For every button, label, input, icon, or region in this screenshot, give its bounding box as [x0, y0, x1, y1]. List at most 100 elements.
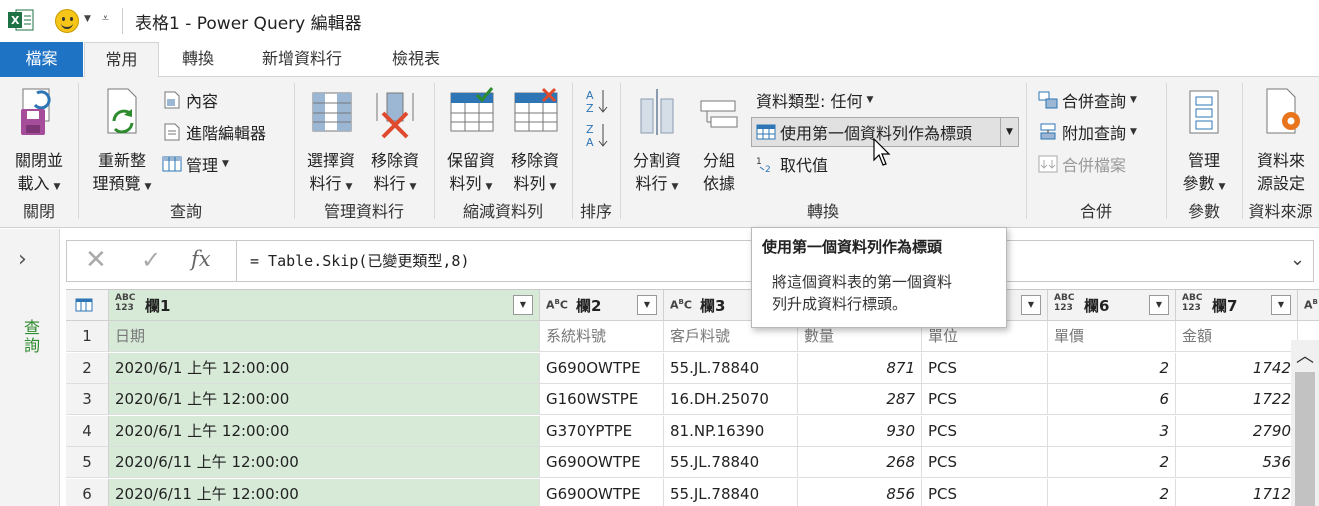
- combine-files-button[interactable]: 合併檔案: [1038, 151, 1126, 177]
- choose-columns-button[interactable]: 選擇資 料行 ▼: [300, 87, 362, 199]
- table-cell[interactable]: 1722: [1176, 384, 1298, 415]
- table-cell[interactable]: PCS: [922, 415, 1048, 447]
- row-number[interactable]: 2: [66, 352, 109, 384]
- refresh-preview-button[interactable]: 重新整 理預覽 ▼: [86, 87, 158, 199]
- table-cell[interactable]: 2020/6/11 上午 12:00:00: [109, 478, 540, 506]
- table-cell[interactable]: 16.DH.25070: [664, 384, 798, 415]
- table-cell[interactable]: G160WSTPE: [540, 384, 664, 415]
- table-cell[interactable]: G690OWTPE: [540, 478, 664, 506]
- table-cell[interactable]: 金額: [1176, 321, 1298, 352]
- table-cell[interactable]: PCS: [922, 447, 1048, 478]
- sort-descending-button[interactable]: ZA: [584, 121, 610, 149]
- confirm-formula-icon[interactable]: ✓: [141, 246, 161, 274]
- table-cell[interactable]: 856: [798, 478, 922, 506]
- table-cell[interactable]: 536: [1176, 447, 1298, 478]
- properties-button[interactable]: 內容: [162, 87, 218, 113]
- filter-dropdown-icon[interactable]: ▼: [1021, 295, 1041, 315]
- sort-ascending-button[interactable]: AZ: [584, 87, 610, 115]
- tab-view[interactable]: 檢視表: [380, 42, 452, 77]
- table-cell[interactable]: 單價: [1048, 321, 1176, 352]
- table-cell[interactable]: 1712: [1176, 478, 1298, 506]
- table-cell[interactable]: 871: [798, 352, 922, 384]
- filter-dropdown-icon[interactable]: ▼: [1271, 295, 1291, 315]
- table-cell[interactable]: 3: [1048, 415, 1176, 447]
- row-number[interactable]: 5: [66, 447, 109, 478]
- close-apply-button[interactable]: 關閉並 載入 ▼: [6, 87, 72, 199]
- column-header-partial[interactable]: AB: [1298, 290, 1319, 321]
- type-any-icon[interactable]: ABC 123: [1054, 293, 1074, 313]
- type-text-icon[interactable]: ABC: [670, 297, 692, 311]
- type-any-icon[interactable]: ABC 123: [115, 293, 135, 313]
- table-cell[interactable]: 2020/6/11 上午 12:00:00: [109, 447, 540, 478]
- formula-input[interactable]: = Table.Skip(已變更類型,8): [250, 250, 470, 271]
- remove-columns-button[interactable]: 移除資 料行 ▼: [364, 87, 426, 199]
- type-text-icon[interactable]: AB: [1304, 297, 1318, 311]
- table-cell[interactable]: 930: [798, 415, 922, 447]
- column-header[interactable]: ABC 欄2 ▼: [540, 290, 664, 321]
- table-menu-header[interactable]: [66, 290, 109, 321]
- customize-toolbar-icon[interactable]: ⩡: [102, 11, 109, 26]
- append-queries-button[interactable]: 附加查詢 ▼: [1038, 119, 1137, 145]
- table-cell[interactable]: 2020/6/1 上午 12:00:00: [109, 415, 540, 447]
- type-text-icon[interactable]: ABC: [546, 297, 568, 311]
- scroll-thumb[interactable]: [1295, 372, 1315, 506]
- table-cell[interactable]: 2020/6/1 上午 12:00:00: [109, 352, 540, 384]
- use-first-row-dropdown-icon[interactable]: ▼: [1000, 118, 1018, 146]
- table-cell[interactable]: 日期: [109, 321, 540, 352]
- table-cell[interactable]: 2020/6/1 上午 12:00:00: [109, 384, 540, 415]
- data-type-dropdown[interactable]: 資料類型: 任何 ▼: [756, 87, 873, 113]
- filter-dropdown-icon[interactable]: ▼: [637, 295, 657, 315]
- table-cell[interactable]: G370YPTPE: [540, 415, 664, 447]
- table-cell[interactable]: 系統料號: [540, 321, 664, 352]
- table-cell[interactable]: 2790: [1176, 415, 1298, 447]
- tab-transform[interactable]: 轉換: [168, 42, 228, 77]
- replace-values-button[interactable]: 12 取代值: [756, 151, 828, 177]
- row-number[interactable]: 4: [66, 415, 109, 447]
- table-cell[interactable]: 6: [1048, 384, 1176, 415]
- row-number[interactable]: 3: [66, 384, 109, 415]
- table-cell[interactable]: 268: [798, 447, 922, 478]
- table-cell[interactable]: 1742: [1176, 352, 1298, 384]
- vertical-scrollbar[interactable]: ︿: [1291, 340, 1319, 506]
- column-header[interactable]: ABC 123 欄7 ▼: [1176, 290, 1298, 321]
- filter-dropdown-icon[interactable]: ▼: [513, 295, 533, 315]
- keep-rows-button[interactable]: 保留資 料列 ▼: [440, 87, 502, 199]
- expand-queries-icon[interactable]: ›: [18, 247, 27, 272]
- row-number[interactable]: 1: [66, 321, 109, 352]
- tab-add-column[interactable]: 新增資料行: [248, 42, 356, 77]
- table-cell[interactable]: 81.NP.16390: [664, 415, 798, 447]
- table-cell[interactable]: 287: [798, 384, 922, 415]
- remove-rows-button[interactable]: 移除資 料列 ▼: [504, 87, 566, 199]
- table-cell[interactable]: PCS: [922, 384, 1048, 415]
- table-cell[interactable]: G690OWTPE: [540, 447, 664, 478]
- table-cell[interactable]: 55.JL.78840: [664, 478, 798, 506]
- table-cell[interactable]: 2: [1048, 352, 1176, 384]
- tab-home[interactable]: 常用: [84, 42, 159, 78]
- tab-file[interactable]: 檔案: [0, 42, 83, 77]
- table-cell[interactable]: 55.JL.78840: [664, 352, 798, 384]
- manage-button[interactable]: 管理 ▼: [162, 151, 229, 177]
- split-column-button[interactable]: 分割資 料行 ▼: [626, 87, 688, 199]
- data-source-settings-button[interactable]: 資料來 源設定: [1248, 87, 1314, 195]
- cancel-formula-icon[interactable]: ✕: [85, 245, 107, 275]
- scroll-up-icon[interactable]: ︿: [1296, 342, 1314, 368]
- expand-formula-icon[interactable]: ⌄: [1290, 249, 1305, 270]
- group-by-button[interactable]: 分組 依據: [692, 87, 746, 195]
- table-cell[interactable]: 2: [1048, 478, 1176, 506]
- column-header[interactable]: ABC 123 欄6 ▼: [1048, 290, 1176, 321]
- table-cell[interactable]: PCS: [922, 478, 1048, 506]
- row-number[interactable]: 6: [66, 478, 109, 506]
- type-any-icon[interactable]: ABC 123: [1182, 293, 1202, 313]
- manage-parameters-button[interactable]: 管理 參數 ▼: [1172, 87, 1236, 199]
- fx-icon[interactable]: fx: [191, 247, 211, 271]
- smiley-dropdown-icon[interactable]: ▼: [84, 14, 91, 24]
- merge-queries-button[interactable]: 合併查詢 ▼: [1038, 87, 1137, 113]
- table-cell[interactable]: PCS: [922, 352, 1048, 384]
- table-cell[interactable]: G690OWTPE: [540, 352, 664, 384]
- feedback-smiley-icon[interactable]: [55, 9, 79, 33]
- column-header[interactable]: ABC 123 欄1 ▼: [109, 290, 540, 321]
- table-cell[interactable]: 2: [1048, 447, 1176, 478]
- table-cell[interactable]: 55.JL.78840: [664, 447, 798, 478]
- advanced-editor-button[interactable]: 進階編輯器: [162, 119, 266, 145]
- filter-dropdown-icon[interactable]: ▼: [1149, 295, 1169, 315]
